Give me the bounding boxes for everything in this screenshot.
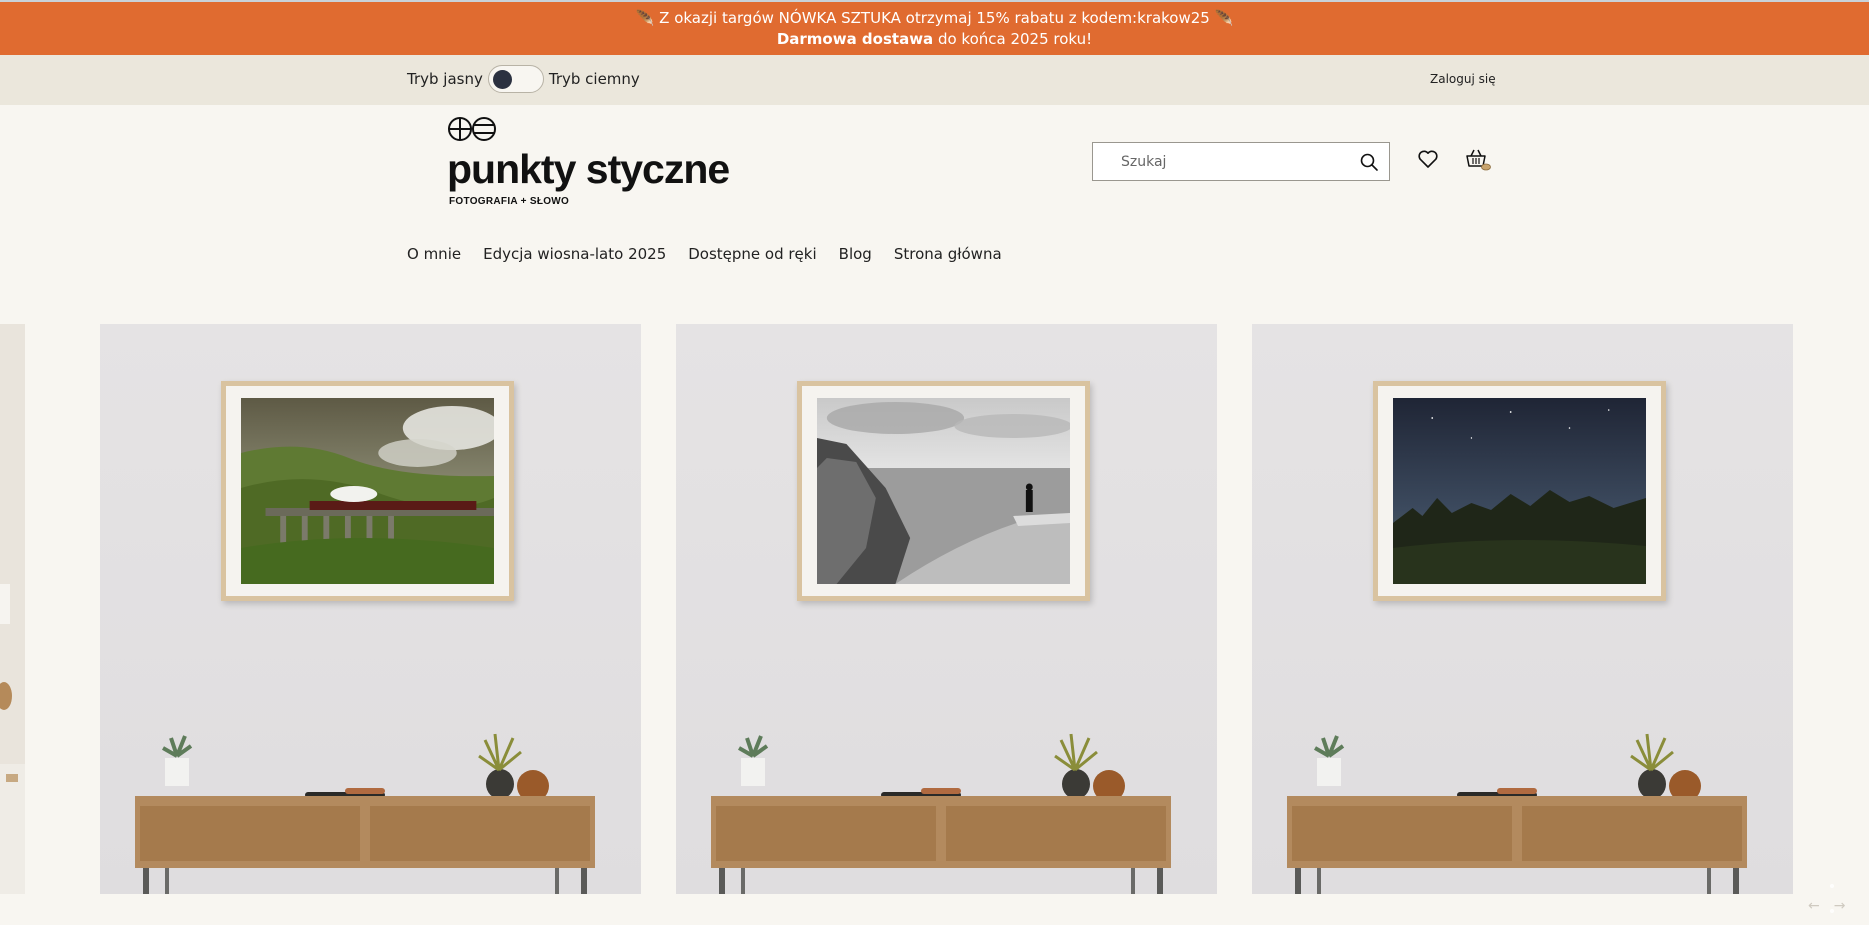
- site-logo[interactable]: punkty styczne FOTOGRAFIA + SŁOWO: [447, 116, 747, 212]
- framed-photo: [221, 381, 514, 601]
- nav-item-home[interactable]: Strona główna: [894, 245, 1002, 263]
- utility-bar: Tryb jasny Tryb ciemny Zaloguj się: [0, 55, 1869, 105]
- basket-icon[interactable]: [1464, 147, 1492, 173]
- dark-mode-label: Tryb ciemny: [548, 70, 640, 88]
- arrow-left-icon[interactable]: ←: [1808, 898, 1820, 914]
- login-link[interactable]: Zaloguj się: [1430, 72, 1496, 86]
- photo-night-forest: [1393, 398, 1646, 584]
- console-table: [1287, 733, 1747, 894]
- brand-name: punkty styczne: [447, 146, 730, 192]
- theme-switcher: Tryb jasny Tryb ciemny: [407, 65, 640, 93]
- carousel-slide[interactable]: [100, 324, 641, 894]
- nav-item-spring-summer[interactable]: Edycja wiosna-lato 2025: [483, 245, 666, 263]
- heart-icon[interactable]: [1417, 148, 1439, 170]
- framed-photo: [797, 381, 1090, 601]
- arrow-right-icon[interactable]: →: [1834, 898, 1846, 914]
- toggle-knob: [492, 70, 512, 89]
- light-mode-label: Tryb jasny: [407, 70, 483, 88]
- console-table: [711, 733, 1171, 894]
- search-input[interactable]: [1093, 143, 1353, 180]
- search-icon[interactable]: [1359, 152, 1379, 172]
- carousel-slide[interactable]: [1252, 324, 1793, 894]
- free-delivery-rest: do końca 2025 roku!: [933, 30, 1093, 48]
- nav-item-blog[interactable]: Blog: [839, 245, 872, 263]
- carousel-arrows: ← →: [1808, 898, 1845, 914]
- main-nav: O mnie Edycja wiosna-lato 2025 Dostępne …: [407, 245, 1002, 263]
- photo-cliff: [817, 398, 1072, 584]
- product-carousel[interactable]: [0, 324, 1869, 913]
- logo-mark-icon: [448, 117, 496, 141]
- carousel-slide[interactable]: [676, 324, 1217, 894]
- theme-toggle[interactable]: [487, 65, 544, 93]
- announcement-bar: 🪶 Z okazji targów NÓWKA SZTUKA otrzymaj …: [0, 0, 1869, 55]
- search-box: [1092, 142, 1390, 181]
- photo-viaduct: [241, 398, 501, 584]
- brand-tagline: FOTOGRAFIA + SŁOWO: [449, 196, 570, 207]
- carousel-dot[interactable]: [1830, 884, 1834, 888]
- carousel-slide-partial[interactable]: [0, 324, 25, 894]
- nav-item-available[interactable]: Dostępne od ręki: [688, 245, 816, 263]
- framed-photo: [1373, 381, 1666, 601]
- announcement-line-1: 🪶 Z okazji targów NÓWKA SZTUKA otrzymaj …: [635, 9, 1234, 27]
- console-table: [135, 733, 595, 894]
- nav-item-about[interactable]: O mnie: [407, 245, 461, 263]
- announcement-line-2: Darmowa dostawa do końca 2025 roku!: [0, 29, 1869, 50]
- free-delivery-text: Darmowa dostawa: [776, 30, 934, 48]
